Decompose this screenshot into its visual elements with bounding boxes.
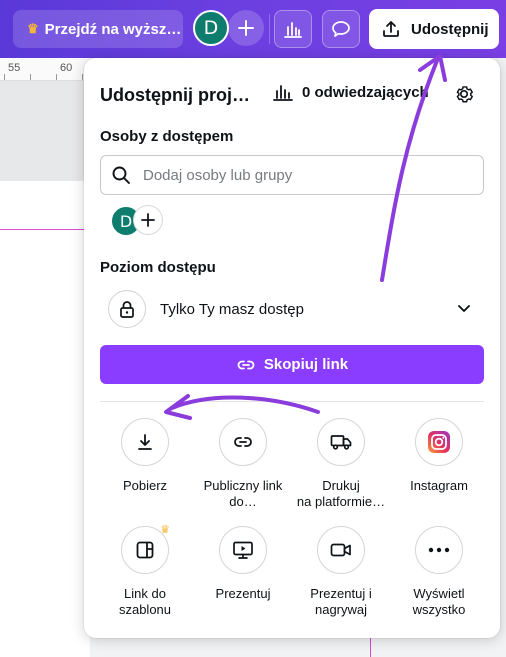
- bar-chart-icon: [273, 85, 293, 101]
- template-icon: [136, 541, 154, 559]
- share-label: Udostępnij: [411, 20, 489, 38]
- visitors-insights[interactable]: 0 odwiedzających: [272, 82, 429, 102]
- option-label-line: szablonu: [118, 602, 172, 617]
- ruler-mark: 55: [8, 62, 21, 74]
- option-circle: [415, 418, 463, 466]
- divider: [100, 401, 484, 402]
- access-section-label: Poziom dostępu: [100, 259, 216, 276]
- ruler-mark: 60: [60, 62, 73, 74]
- option-label: Prezentuj i nagrywaj: [292, 586, 390, 618]
- present-icon: [233, 541, 253, 559]
- share-button[interactable]: Udostępnij: [369, 9, 499, 49]
- option-label-line: Publiczny link: [203, 478, 283, 493]
- option-label: Instagram: [390, 478, 488, 494]
- option-circle: [219, 526, 267, 574]
- option-circle: ♛: [121, 524, 170, 574]
- option-label-line: Instagram: [410, 478, 468, 493]
- option-circle: [415, 526, 463, 574]
- option-present[interactable]: Prezentuj: [194, 526, 292, 602]
- upgrade-button[interactable]: ♛ Przejdź na wyższ…: [13, 10, 183, 48]
- people-section-label: Osoby z dostępem: [100, 128, 234, 145]
- download-icon: [138, 434, 152, 450]
- option-label-line: Link do: [124, 586, 166, 601]
- upgrade-label: Przejdź na wyższ…: [44, 20, 182, 38]
- lock-icon-wrap: [108, 290, 146, 328]
- guide-line: [0, 229, 84, 230]
- settings-button[interactable]: [452, 82, 476, 106]
- add-person-button[interactable]: [133, 205, 163, 235]
- ruler-tick: [30, 74, 31, 80]
- canvas-background: [0, 81, 90, 181]
- top-bar: ♛ Przejdź na wyższ… D Udostępnij: [0, 0, 506, 58]
- chevron-down-icon: [458, 305, 470, 312]
- option-circle: [121, 418, 169, 466]
- more-icon: [428, 547, 450, 553]
- option-label-line: do…: [229, 494, 257, 509]
- ruler-tick: [4, 74, 5, 80]
- access-value: Tylko Ty masz dostęp: [160, 300, 304, 318]
- option-label-line: Drukuj: [322, 478, 360, 493]
- lock-icon: [120, 301, 134, 318]
- option-label-line: nagrywaj: [314, 602, 368, 617]
- option-instagram[interactable]: Instagram: [390, 418, 488, 494]
- option-print[interactable]: Drukuj na platformie…: [292, 418, 390, 510]
- option-label-line: na platformie…: [296, 494, 386, 509]
- option-circle: [219, 418, 267, 466]
- option-circle: [317, 418, 365, 466]
- option-download[interactable]: Pobierz: [96, 418, 194, 494]
- instagram-icon: [428, 431, 450, 453]
- ruler-tick: [82, 74, 83, 80]
- guide-line: [370, 636, 371, 657]
- option-public-link[interactable]: Publiczny link do…: [194, 418, 292, 510]
- insights-button[interactable]: [274, 10, 312, 48]
- copy-link-label: Skopiuj link: [263, 356, 349, 373]
- option-label-line: Wyświetl: [413, 586, 465, 601]
- truck-icon: [330, 435, 352, 450]
- bar-chart-icon: [284, 22, 302, 38]
- option-label-line: wszystko: [412, 602, 466, 617]
- plus-icon: [238, 20, 254, 36]
- upload-share-icon: [383, 21, 399, 37]
- access-level-dropdown[interactable]: Tylko Ty masz dostęp: [100, 286, 484, 332]
- plus-icon: [141, 213, 155, 227]
- option-label: Drukuj na platformie…: [292, 478, 390, 510]
- ruler-tick: [56, 74, 57, 80]
- option-label-line: Prezentuj i: [310, 586, 372, 601]
- share-panel: Udostępnij proj… 0 odwiedzających Osoby …: [84, 58, 500, 638]
- comment-icon: [332, 21, 350, 37]
- option-present-record[interactable]: Prezentuj i nagrywaj: [292, 526, 390, 618]
- option-see-all[interactable]: Wyświetl wszystko: [390, 526, 488, 618]
- people-search-input[interactable]: [141, 165, 465, 185]
- add-collaborator-button[interactable]: [228, 10, 264, 46]
- user-avatar[interactable]: D: [193, 10, 229, 46]
- visitors-label: 0 odwiedzających: [302, 83, 429, 101]
- record-icon: [330, 543, 351, 557]
- crown-icon: ♛: [27, 21, 39, 36]
- ruler: 55 60: [0, 58, 90, 81]
- avatar-letter: D: [203, 17, 219, 39]
- crown-icon: ♛: [160, 524, 170, 536]
- design-page[interactable]: [0, 181, 90, 657]
- option-label: Publiczny link do…: [194, 478, 292, 510]
- option-label: Pobierz: [96, 478, 194, 494]
- search-icon: [112, 166, 130, 184]
- avatar-letter: D: [119, 211, 133, 231]
- comments-button[interactable]: [322, 10, 360, 48]
- option-label-line: Prezentuj: [215, 586, 271, 601]
- option-label: Wyświetl wszystko: [390, 586, 488, 618]
- option-label-line: Pobierz: [122, 478, 168, 493]
- option-circle: [317, 526, 365, 574]
- link-icon: [234, 437, 252, 447]
- link-icon: [237, 360, 255, 369]
- toolbar-divider: [269, 14, 270, 44]
- option-label: Link do szablonu: [96, 586, 194, 618]
- people-search-field[interactable]: [100, 155, 484, 195]
- panel-title: Udostępnij proj…: [100, 85, 250, 105]
- option-label: Prezentuj: [194, 586, 292, 602]
- copy-link-button[interactable]: Skopiuj link: [100, 345, 484, 384]
- option-template-link[interactable]: ♛ Link do szablonu: [96, 524, 194, 618]
- gear-icon: [456, 86, 473, 103]
